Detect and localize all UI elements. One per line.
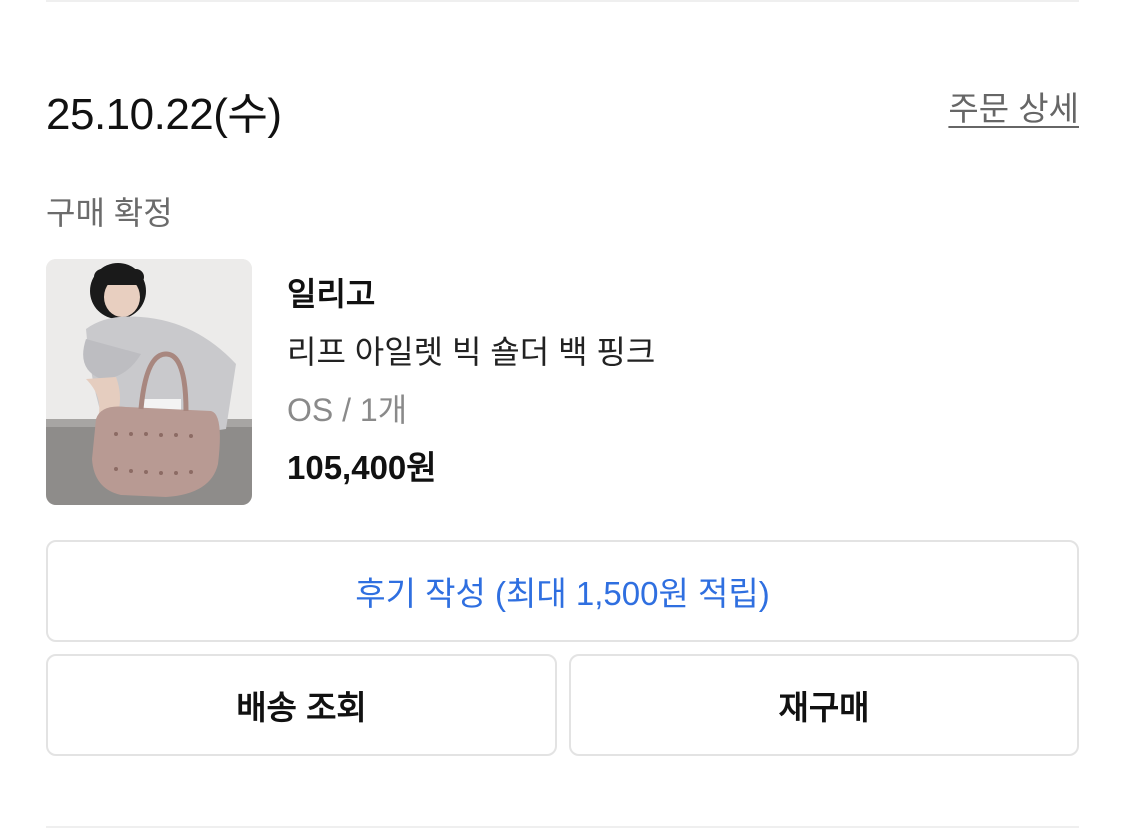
- product-photo-icon: [46, 259, 252, 505]
- product-info[interactable]: 일리고 리프 아일렛 빅 숄더 백 핑크 OS / 1개 105,400원: [287, 272, 655, 490]
- bottom-divider: [46, 826, 1079, 828]
- product-image[interactable]: [46, 259, 252, 505]
- product-name: 리프 아일렛 빅 숄더 백 핑크: [287, 334, 656, 370]
- track-delivery-button[interactable]: 배송 조회: [46, 654, 557, 756]
- rebuy-button[interactable]: 재구매: [569, 654, 1079, 756]
- product-price: 105,400원: [287, 449, 437, 486]
- top-divider: [46, 0, 1079, 2]
- order-date: 25.10.22(수): [46, 90, 282, 139]
- order-status-label: 구매 확정: [46, 195, 173, 231]
- write-review-button[interactable]: 후기 작성 (최대 1,500원 적립): [46, 540, 1079, 642]
- brand-name: 일리고: [287, 276, 376, 312]
- order-detail-link[interactable]: 주문 상세: [948, 82, 1079, 130]
- product-option: OS / 1개: [287, 392, 408, 428]
